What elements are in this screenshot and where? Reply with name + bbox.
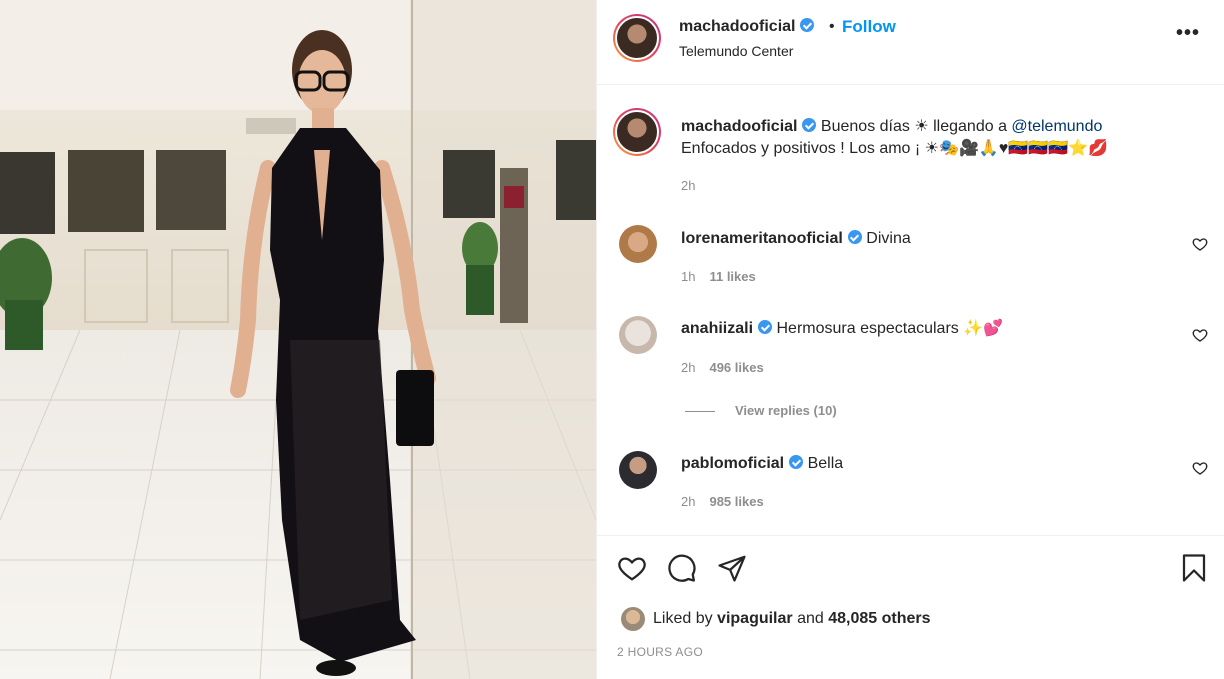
post-details-panel: machadooficial • Follow Telemundo Center… bbox=[596, 0, 1224, 679]
liker-avatar[interactable] bbox=[621, 607, 645, 631]
like-heart-icon[interactable] bbox=[617, 553, 647, 583]
post-timestamp[interactable]: 2 HOURS AGO bbox=[617, 645, 703, 659]
liker-username[interactable]: vipaguilar bbox=[717, 610, 793, 627]
verified-badge-icon bbox=[802, 118, 817, 132]
header-separator: • bbox=[829, 18, 835, 35]
comment-meta: 2h 985 likes bbox=[681, 494, 764, 509]
commenter-avatar[interactable] bbox=[619, 225, 657, 263]
heart-icon[interactable] bbox=[1192, 460, 1208, 476]
header-divider bbox=[597, 84, 1224, 85]
verified-badge-icon bbox=[800, 18, 815, 32]
comment-meta: 1h 11 likes bbox=[681, 269, 756, 284]
heart-icon[interactable] bbox=[1192, 236, 1208, 252]
verified-badge-icon bbox=[789, 455, 804, 469]
actions-divider bbox=[597, 535, 1224, 536]
likes-count-link[interactable]: 48,085 others bbox=[828, 610, 930, 627]
view-replies-button[interactable]: View replies (10) bbox=[685, 403, 837, 418]
caption-username[interactable]: machadooficial bbox=[681, 118, 797, 135]
caption-mention-link[interactable]: @telemundo bbox=[1011, 118, 1102, 135]
author-username[interactable]: machadooficial bbox=[679, 18, 815, 36]
more-options-icon[interactable]: ••• bbox=[1176, 23, 1200, 43]
caption-avatar[interactable] bbox=[613, 108, 661, 156]
bookmark-icon[interactable] bbox=[1179, 553, 1209, 583]
author-avatar[interactable] bbox=[613, 14, 661, 62]
comment-item: lorenameritanooficial Divina bbox=[681, 230, 911, 247]
verified-badge-icon bbox=[847, 230, 862, 244]
liked-by-text: Liked by vipaguilar and 48,085 others bbox=[653, 610, 931, 627]
caption-text: machadooficial Buenos días ☀ llegando a … bbox=[681, 118, 1108, 157]
heart-icon[interactable] bbox=[1192, 327, 1208, 343]
caption-timestamp[interactable]: 2h bbox=[681, 178, 695, 193]
post-location[interactable]: Telemundo Center bbox=[679, 43, 793, 59]
commenter-avatar[interactable] bbox=[619, 316, 657, 354]
comment-item: anahiizali Hermosura espectaculars ✨💕 bbox=[681, 320, 1004, 337]
comment-item: pablomoficial Bella bbox=[681, 455, 844, 472]
post-photo[interactable] bbox=[0, 0, 596, 679]
comment-icon[interactable] bbox=[667, 553, 697, 583]
follow-button[interactable]: Follow bbox=[842, 17, 896, 37]
comment-meta: 2h 496 likes bbox=[681, 360, 764, 375]
verified-badge-icon bbox=[758, 320, 773, 334]
commenter-avatar[interactable] bbox=[619, 451, 657, 489]
post-image-illustration bbox=[0, 0, 596, 679]
share-icon[interactable] bbox=[717, 553, 747, 583]
comment-likes[interactable]: 985 likes bbox=[709, 494, 763, 509]
comment-likes[interactable]: 11 likes bbox=[709, 269, 755, 284]
comment-likes[interactable]: 496 likes bbox=[709, 360, 763, 375]
